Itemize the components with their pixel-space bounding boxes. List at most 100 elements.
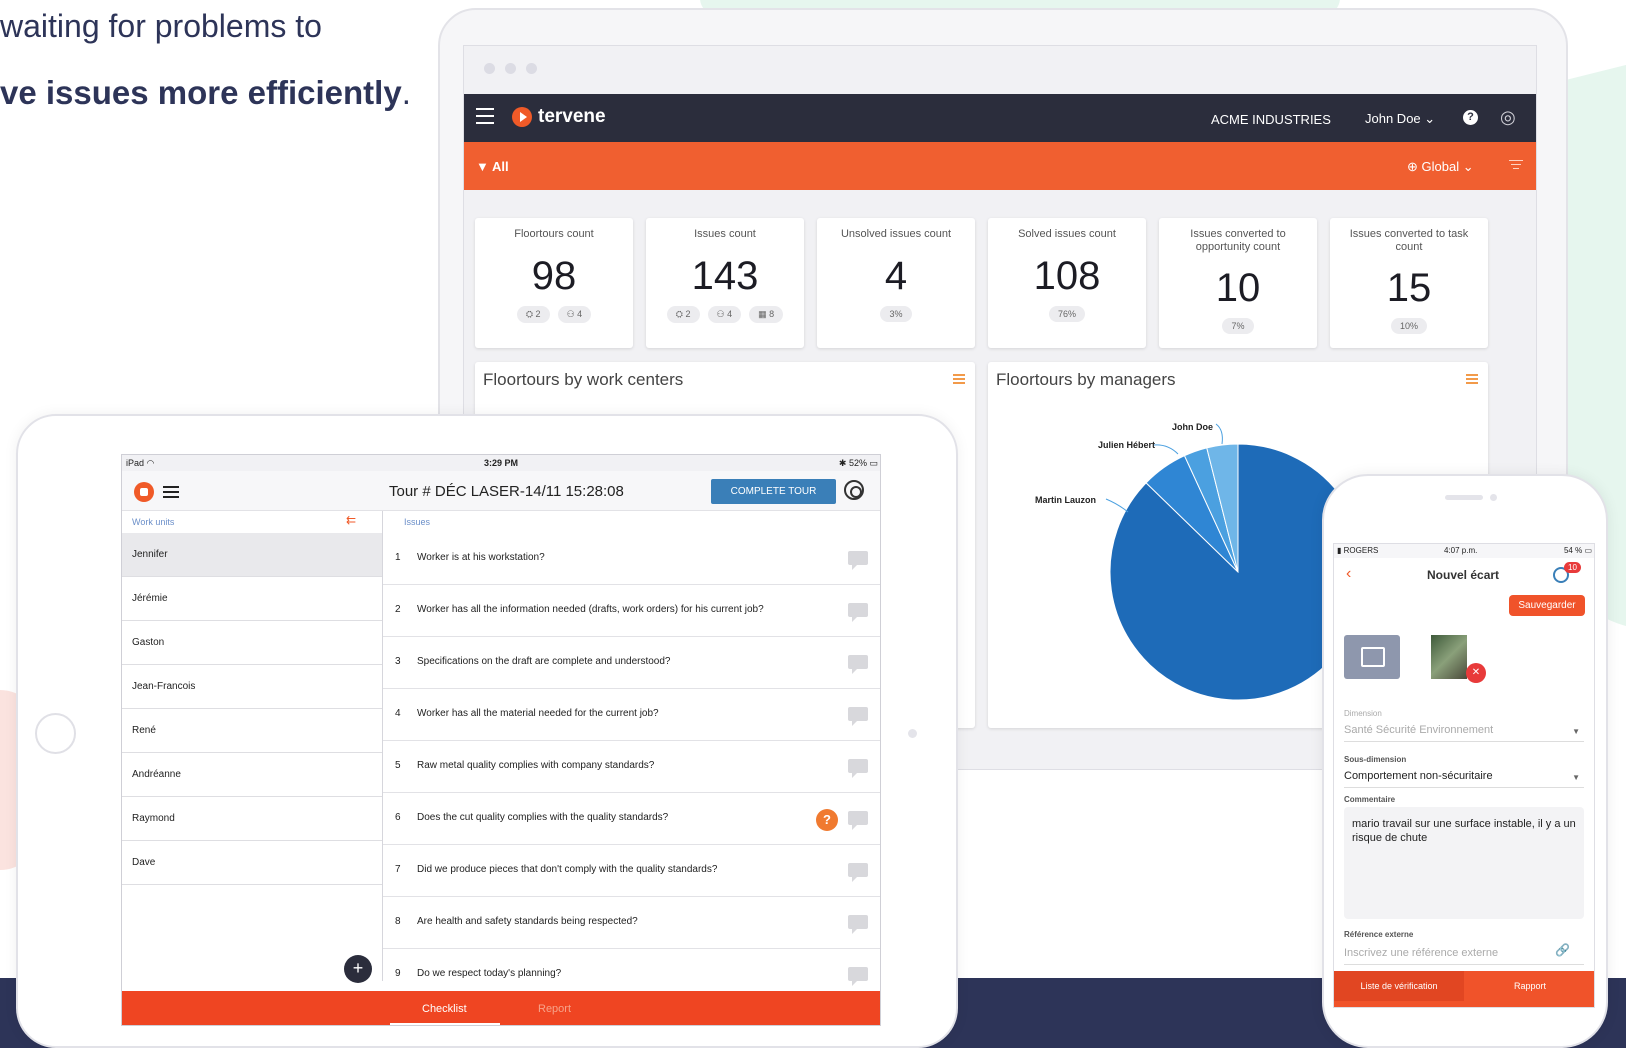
hamburger-menu-icon[interactable] [163, 486, 179, 501]
work-unit-item[interactable]: Andréanne [122, 753, 382, 797]
kpi-label: Issues count [694, 228, 756, 240]
brand-logo[interactable]: tervene [512, 106, 606, 128]
issue-text: Raw metal quality complies with company … [417, 760, 655, 771]
comment-icon[interactable] [848, 863, 868, 882]
external-ref-input[interactable]: Inscrivez une référence externe [1344, 947, 1584, 959]
kpi-value: 15 [1386, 266, 1432, 310]
complete-tour-button[interactable]: COMPLETE TOUR [711, 479, 836, 504]
comment-icon[interactable] [848, 707, 868, 726]
subdimension-select[interactable]: Comportement non-sécuritaire [1344, 770, 1584, 782]
comment-icon[interactable] [848, 655, 868, 674]
delete-photo-icon[interactable]: ✕ [1466, 663, 1486, 683]
kpi-chip: 7% [1222, 318, 1254, 334]
work-unit-item[interactable]: Dave [122, 841, 382, 885]
work-unit-item[interactable]: Jérémie [122, 577, 382, 621]
comment-icon[interactable] [848, 603, 868, 622]
status-carrier: ▮ ROGERS [1337, 546, 1379, 555]
pie-label-julien-hebert: Julien Hébert [1098, 440, 1156, 450]
comment-icon[interactable] [848, 915, 868, 934]
issue-row[interactable]: 7 Did we produce pieces that don't comply… [383, 845, 880, 897]
tervene-logo-icon [512, 107, 532, 127]
work-unit-item[interactable]: Jean-Francois [122, 665, 382, 709]
tablet-screen: iPad ◠ 3:29 PM ✱ 52% ▭ Tour # DÉC LASER-… [121, 454, 881, 1026]
kpi-value: 4 [884, 254, 908, 298]
scope-selector[interactable]: ⊕ Global ⌄ [1407, 159, 1474, 175]
issue-number: 1 [395, 552, 401, 563]
issue-row[interactable]: 1 Worker is at his workstation? [383, 533, 880, 585]
hamburger-menu-icon[interactable] [476, 108, 494, 129]
dimension-select[interactable]: Santé Sécurité Environnement [1344, 724, 1584, 736]
save-button[interactable]: Sauvegarder [1509, 595, 1585, 616]
sort-lines-icon[interactable] [1509, 160, 1523, 172]
issue-row[interactable]: 6 Does the cut quality complies with the … [383, 793, 880, 845]
kpi-converted-task[interactable]: Issues converted to task count 15 10% [1330, 218, 1488, 348]
chevron-down-icon: ⌄ [1424, 111, 1436, 126]
issue-text: Worker has all the information needed (d… [417, 604, 764, 615]
back-chevron-icon[interactable]: ‹ [1346, 565, 1351, 583]
kpi-chip: 3% [880, 306, 912, 322]
tab-report[interactable]: Report [538, 1003, 571, 1015]
comment-icon[interactable] [848, 759, 868, 778]
tab-checklist[interactable]: Checklist [422, 1003, 467, 1015]
issue-row[interactable]: 2 Worker has all the information needed (… [383, 585, 880, 637]
issue-row[interactable]: 4 Worker has all the material needed for … [383, 689, 880, 741]
kpi-issues[interactable]: Issues count 143 ⛭ 2 ⚇ 4 ▦ 8 [646, 218, 804, 348]
issues-header: Issues [404, 517, 431, 527]
broadcast-icon[interactable]: ◎ [1500, 107, 1516, 128]
user-menu[interactable]: John Doe ⌄ [1365, 111, 1435, 127]
kpi-value: 10 [1215, 266, 1261, 310]
broadcast-icon[interactable] [844, 480, 864, 500]
headline-line-2: ve issues more efficiently. [0, 74, 411, 112]
work-unit-item[interactable]: René [122, 709, 382, 753]
notification-badge: 10 [1564, 562, 1581, 573]
photo-thumbnail[interactable] [1431, 635, 1467, 679]
filter-all-button[interactable]: ▼ All [476, 159, 509, 174]
kpi-value: 108 [1033, 254, 1101, 298]
issue-row[interactable]: 8 Are health and safety standards being r… [383, 897, 880, 949]
filter-bar: ▼ All ⊕ Global ⌄ [464, 142, 1536, 190]
tab-checklist[interactable]: Liste de vérification [1334, 971, 1464, 1001]
add-button[interactable]: + [344, 955, 372, 983]
subdimension-label: Sous-dimension [1344, 755, 1407, 764]
kpi-value: 98 [531, 254, 577, 298]
kpi-chip: ⚇ 4 [707, 306, 742, 323]
kpi-label: Solved issues count [1018, 228, 1116, 240]
pie-leader-martin-lauzon [1105, 498, 1129, 513]
issue-text: Does the cut quality complies with the q… [417, 812, 669, 823]
tervene-logo-icon[interactable] [134, 482, 154, 502]
comment-icon[interactable] [848, 551, 868, 570]
issues-list: 1 Worker is at his workstation? 2 Worker h… [383, 533, 880, 1001]
field-underline [1344, 964, 1584, 965]
kpi-floortours[interactable]: Floortours count 98 ⛭ 2 ⚇ 4 [475, 218, 633, 348]
work-unit-item[interactable]: Raymond [122, 797, 382, 841]
work-unit-item[interactable]: Jennifer [122, 533, 382, 577]
issue-row[interactable]: 5 Raw metal quality complies with company… [383, 741, 880, 793]
tablet-bottom-tabs: Checklist Report [122, 991, 880, 1025]
add-photo-icon[interactable] [1344, 635, 1400, 679]
help-icon[interactable]: ? [1463, 110, 1478, 125]
comment-textarea[interactable]: mario travail sur une surface instable, … [1344, 807, 1584, 919]
work-unit-item[interactable]: Gaston [122, 621, 382, 665]
team-icon: ⚇ [716, 309, 725, 319]
company-selector[interactable]: ACME INDUSTRIES [1211, 112, 1331, 127]
top-navbar: tervene ACME INDUSTRIES John Doe ⌄ ? ◎ [464, 94, 1536, 142]
comment-icon[interactable] [848, 811, 868, 830]
panel-menu-icon[interactable] [953, 374, 965, 386]
question-icon[interactable]: ? [816, 809, 838, 831]
kpi-solved-issues[interactable]: Solved issues count 108 76% [988, 218, 1146, 348]
kpi-converted-opportunity[interactable]: Issues converted to opportunity count 10… [1159, 218, 1317, 348]
kpi-unsolved-issues[interactable]: Unsolved issues count 4 3% [817, 218, 975, 348]
pie-label-martin-lauzon: Martin Lauzon [1035, 495, 1096, 505]
issue-row[interactable]: 3 Specifications on the draft are complet… [383, 637, 880, 689]
kpi-label: Unsolved issues count [840, 228, 952, 240]
kpi-label: Issues converted to opportunity count [1190, 228, 1286, 253]
filter-all-label: All [492, 159, 509, 174]
kpi-chip: 76% [1048, 306, 1085, 322]
headline-period: . [401, 74, 411, 111]
sort-icon[interactable]: ⇇ [346, 513, 356, 527]
comment-icon[interactable] [848, 967, 868, 986]
ios-status-bar: ▮ ROGERS 4:07 p.m. 54 % ▭ [1334, 544, 1594, 558]
phone-camera [1490, 494, 1497, 501]
pie-label-john-doe: John Doe [1172, 422, 1214, 432]
tab-report[interactable]: Rapport [1464, 971, 1594, 1001]
